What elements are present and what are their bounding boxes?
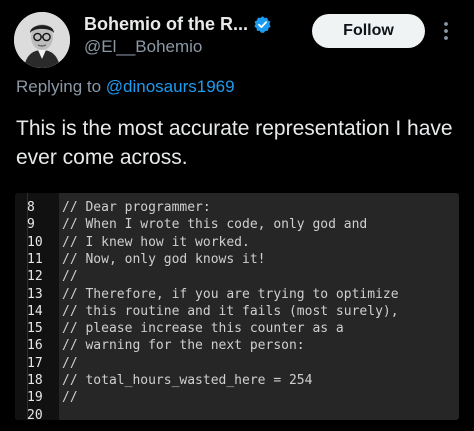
code-comment: // Now, only god knows it! <box>62 251 266 267</box>
code-line: 14 // this routine and it fails (most sur… <box>15 303 459 320</box>
code-comment: // total_hours_wasted_here = 254 <box>62 373 313 388</box>
code-line: 8 // Dear programmer: <box>15 199 459 216</box>
reply-prefix: Replying to <box>16 77 106 96</box>
line-number: 13 <box>27 286 43 302</box>
reply-context: Replying to @dinosaurs1969 <box>16 77 235 97</box>
follow-button[interactable]: Follow <box>312 14 425 48</box>
code-line: 13 // Therefore, if you are trying to opt… <box>15 286 459 303</box>
author-handle[interactable]: @El__Bohemio <box>84 37 202 57</box>
code-comment: // Dear programmer: <box>62 200 211 215</box>
code-comment: // warning for the next person: <box>62 338 305 354</box>
code-comment: // I knew how it worked. <box>62 234 250 250</box>
code-line: 16 // warning for the next person: <box>15 337 459 354</box>
line-number: 18 <box>27 373 43 388</box>
line-number: 11 <box>27 251 43 267</box>
code-line: 12 // <box>15 268 459 285</box>
code-line: 20 <box>15 407 459 420</box>
code-line: 15 // please increase this counter as a <box>15 320 459 337</box>
author-name[interactable]: Bohemio of the R... <box>84 14 248 35</box>
code-comment: // <box>62 269 78 285</box>
line-number: 12 <box>27 269 43 285</box>
avatar[interactable] <box>14 12 70 68</box>
code-screenshot: 8 // Dear programmer: 9 // When I wrote thi… <box>15 193 459 420</box>
line-number: 17 <box>27 355 43 371</box>
code-comment: // <box>62 355 78 371</box>
code-line: 18 // total_hours_wasted_here = 254 <box>15 372 459 389</box>
line-number: 20 <box>27 407 43 420</box>
verified-badge-icon <box>253 15 272 34</box>
line-number: 9 <box>27 217 35 233</box>
code-comment: // <box>62 390 78 406</box>
line-number: 19 <box>27 390 43 406</box>
code-line: 11 // Now, only god knows it! <box>15 251 459 268</box>
code-line: 19 // <box>15 389 459 406</box>
line-number: 14 <box>27 303 43 319</box>
reply-mention-link[interactable]: @dinosaurs1969 <box>106 77 235 96</box>
code-comment: // please increase this counter as a <box>62 321 344 337</box>
vertical-ellipsis-icon[interactable] <box>442 20 450 42</box>
code-comment: // this routine and it fails (most surel… <box>62 303 399 319</box>
profile-photo <box>14 12 70 68</box>
code-line: 9 // When I wrote this code, only god and <box>15 216 459 233</box>
code-comment: // Therefore, if you are trying to optim… <box>62 286 399 302</box>
code-line: 17 // <box>15 355 459 372</box>
tweet-text: This is the most accurate representation… <box>16 117 453 169</box>
code-comment: // When I wrote this code, only god and <box>62 217 368 233</box>
line-number: 15 <box>27 321 43 337</box>
code-line: 10 // I knew how it worked. <box>15 234 459 251</box>
author-name-row[interactable]: Bohemio of the R... <box>84 12 272 36</box>
line-number: 10 <box>27 234 43 250</box>
line-number: 8 <box>27 200 35 215</box>
line-number: 16 <box>27 338 43 354</box>
